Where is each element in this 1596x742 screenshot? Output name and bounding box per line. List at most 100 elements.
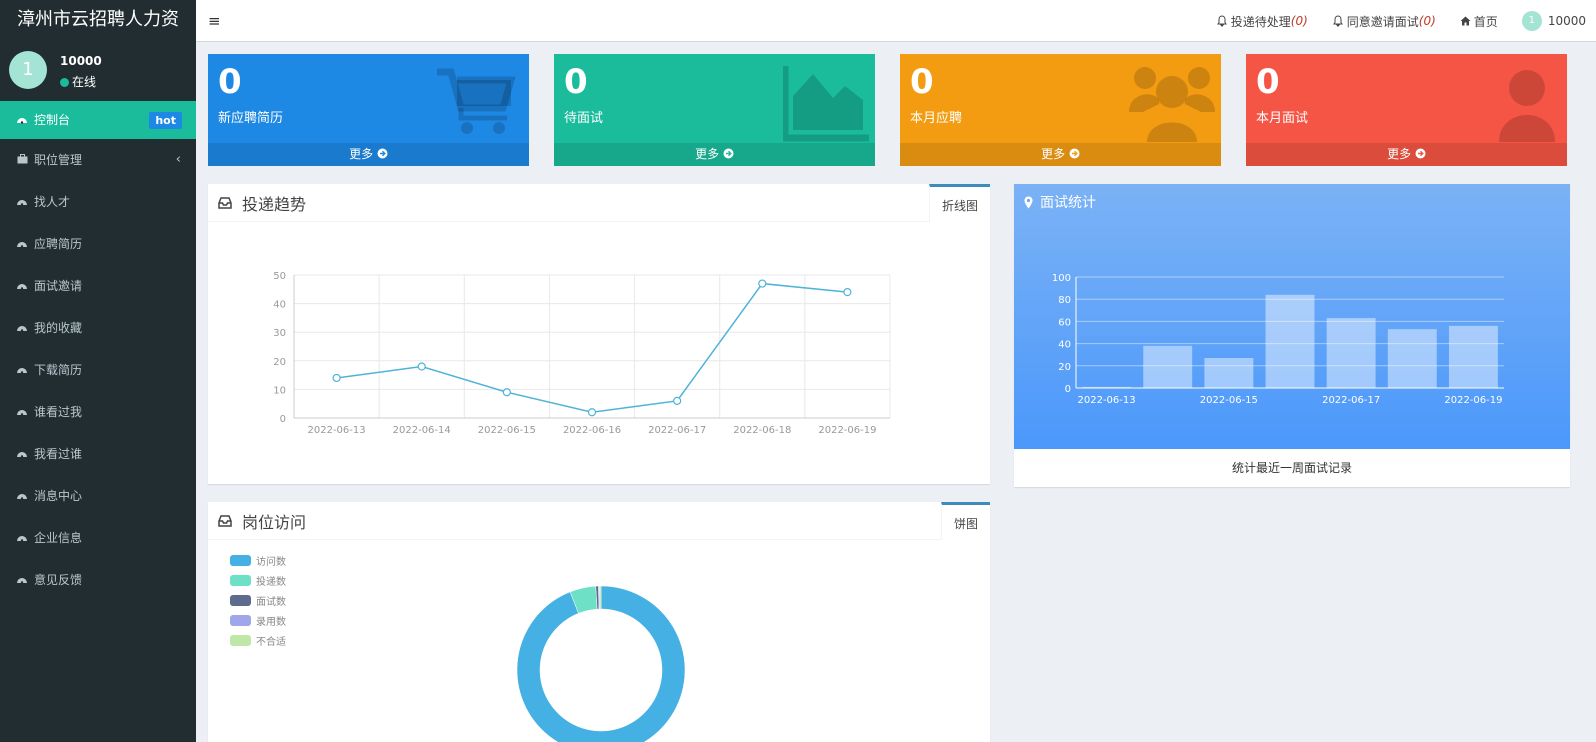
app-title[interactable]: 漳州市云招聘人力资 — [0, 0, 196, 42]
sidebar-item-1[interactable]: 职位管理 ‹ — [0, 139, 196, 181]
bar[interactable] — [1082, 386, 1132, 388]
sidebar-item-label: 我的收藏 — [34, 321, 83, 335]
visit-title-text: 岗位访问 — [242, 513, 307, 532]
inbox-icon — [218, 515, 232, 527]
pie-slice[interactable] — [516, 585, 686, 742]
avatar: 1 — [1521, 11, 1542, 31]
donut-chart — [516, 585, 686, 742]
bar[interactable] — [1448, 325, 1498, 388]
y-tick-label: 0 — [280, 414, 286, 425]
y-tick-label: 20 — [273, 357, 286, 368]
sidebar-item-5[interactable]: 我的收藏 — [0, 307, 196, 349]
stat-card-2: 0 本月应聘 更多 — [900, 54, 1221, 166]
sidebar: 漳州市云招聘人力资 1 10000 在线 控制台 hot 职位管理 ‹ 找人才 应聘简历面… — [0, 0, 196, 742]
user-menu[interactable]: 1 10000 — [1521, 11, 1586, 31]
stat-card-1: 0 待面试 更多 — [554, 54, 875, 166]
pie-slice[interactable] — [599, 585, 602, 610]
grid — [293, 274, 891, 419]
data-point[interactable] — [502, 388, 511, 397]
y-tick-label: 100 — [1052, 273, 1071, 284]
x-tick-label: 2022-06-14 — [393, 425, 451, 436]
stat-value: 0 — [218, 62, 242, 102]
y-tick-label: 50 — [273, 271, 286, 282]
sidebar-item-label: 应聘简历 — [34, 237, 83, 251]
tab-pie-chart[interactable]: 饼图 — [940, 502, 990, 540]
sidebar-item-8[interactable]: 我看过谁 — [0, 433, 196, 475]
users-icon — [1129, 67, 1215, 142]
dashboard-icon — [15, 308, 29, 350]
x-tick-label: 2022-06-18 — [733, 425, 791, 436]
stat-value: 0 — [1256, 62, 1280, 102]
x-tick-label: 2022-06-19 — [818, 425, 876, 436]
data-point[interactable] — [417, 362, 426, 371]
data-point[interactable] — [587, 408, 597, 417]
more-label: 更多 — [1041, 147, 1066, 161]
data-point[interactable] — [673, 396, 682, 405]
more-label: 更多 — [695, 147, 720, 161]
x-tick-label: 2022-06-17 — [648, 425, 706, 436]
series-line — [336, 282, 848, 414]
accepted-invites-link[interactable]: 同意邀请面试 (0) — [1332, 13, 1436, 30]
sidebar-item-6[interactable]: 下载简历 — [0, 349, 196, 391]
data-point[interactable] — [843, 288, 852, 297]
more-link[interactable]: 更多 — [208, 143, 529, 166]
sidebar-item-label: 面试邀请 — [34, 279, 83, 293]
bell-icon — [1332, 15, 1343, 27]
arrow-circle-right-icon — [723, 148, 734, 159]
sidebar-item-label: 消息中心 — [34, 489, 83, 503]
sidebar-item-label: 谁看过我 — [34, 405, 83, 419]
dashboard-icon — [15, 350, 29, 392]
bar[interactable] — [1265, 294, 1315, 388]
home-link[interactable]: 首页 — [1460, 13, 1498, 30]
more-link[interactable]: 更多 — [554, 143, 875, 166]
user-status: 在线 — [60, 73, 96, 90]
sidebar-item-label: 找人才 — [34, 195, 71, 209]
y-tick-label: 10 — [273, 385, 286, 396]
hot-badge: hot — [149, 112, 182, 129]
data-point[interactable] — [332, 373, 341, 383]
sidebar-item-label: 企业信息 — [34, 531, 83, 545]
y-tick-label: 30 — [273, 328, 286, 339]
bar[interactable] — [1143, 345, 1193, 388]
arrow-circle-right-icon — [377, 148, 388, 159]
interview-box-footer: 统计最近一周面试记录 — [1014, 449, 1570, 487]
more-label: 更多 — [349, 147, 374, 161]
tab-line-chart[interactable]: 折线图 — [928, 184, 990, 222]
stat-label: 待面试 — [564, 111, 604, 126]
stat-card-0: 0 新应聘简历 更多 — [208, 54, 529, 166]
cart-icon — [437, 68, 516, 134]
dashboard-icon — [15, 224, 29, 266]
x-tick-label: 2022-06-13 — [308, 425, 366, 436]
more-label: 更多 — [1387, 147, 1412, 161]
more-link[interactable]: 更多 — [900, 143, 1221, 166]
dashboard-icon — [15, 182, 29, 224]
pending-deliveries-label: 投递待处理 — [1230, 14, 1291, 29]
sidebar-item-3[interactable]: 应聘简历 — [0, 223, 196, 265]
x-tick-label: 2022-06-19 — [1444, 395, 1502, 406]
user-status-label: 在线 — [72, 75, 97, 89]
sidebar-item-11[interactable]: 意见反馈 — [0, 559, 196, 601]
sidebar-item-2[interactable]: 找人才 — [0, 181, 196, 223]
y-tick-label: 40 — [1058, 340, 1071, 351]
y-tick-label: 40 — [273, 300, 286, 311]
dashboard-icon — [15, 266, 29, 308]
stat-label: 本月面试 — [1256, 111, 1309, 126]
area-chart-icon — [783, 66, 869, 142]
pending-deliveries-link[interactable]: 投递待处理 (0) — [1216, 13, 1308, 30]
sidebar-item-10[interactable]: 企业信息 — [0, 517, 196, 559]
user-name: 10000 — [60, 54, 102, 68]
interview-box: 面试统计 0 20 40 60 80 100 2022-06-13 2022-06-15 202… — [1014, 184, 1570, 487]
y-tick-label: 20 — [1058, 362, 1071, 373]
dashboard-icon — [15, 476, 29, 518]
more-link[interactable]: 更多 — [1246, 143, 1567, 166]
sidebar-item-7[interactable]: 谁看过我 — [0, 391, 196, 433]
data-point[interactable] — [758, 279, 767, 288]
sidebar-item-9[interactable]: 消息中心 — [0, 475, 196, 517]
sidebar-item-4[interactable]: 面试邀请 — [0, 265, 196, 307]
sidebar-item-0[interactable]: 控制台 hot — [0, 101, 196, 139]
x-tick-label: 2022-06-13 — [1078, 395, 1136, 406]
bar[interactable] — [1326, 318, 1376, 388]
bar[interactable] — [1204, 358, 1254, 388]
bar[interactable] — [1387, 329, 1437, 388]
menu-toggle-icon[interactable]: ≡ — [208, 12, 221, 30]
